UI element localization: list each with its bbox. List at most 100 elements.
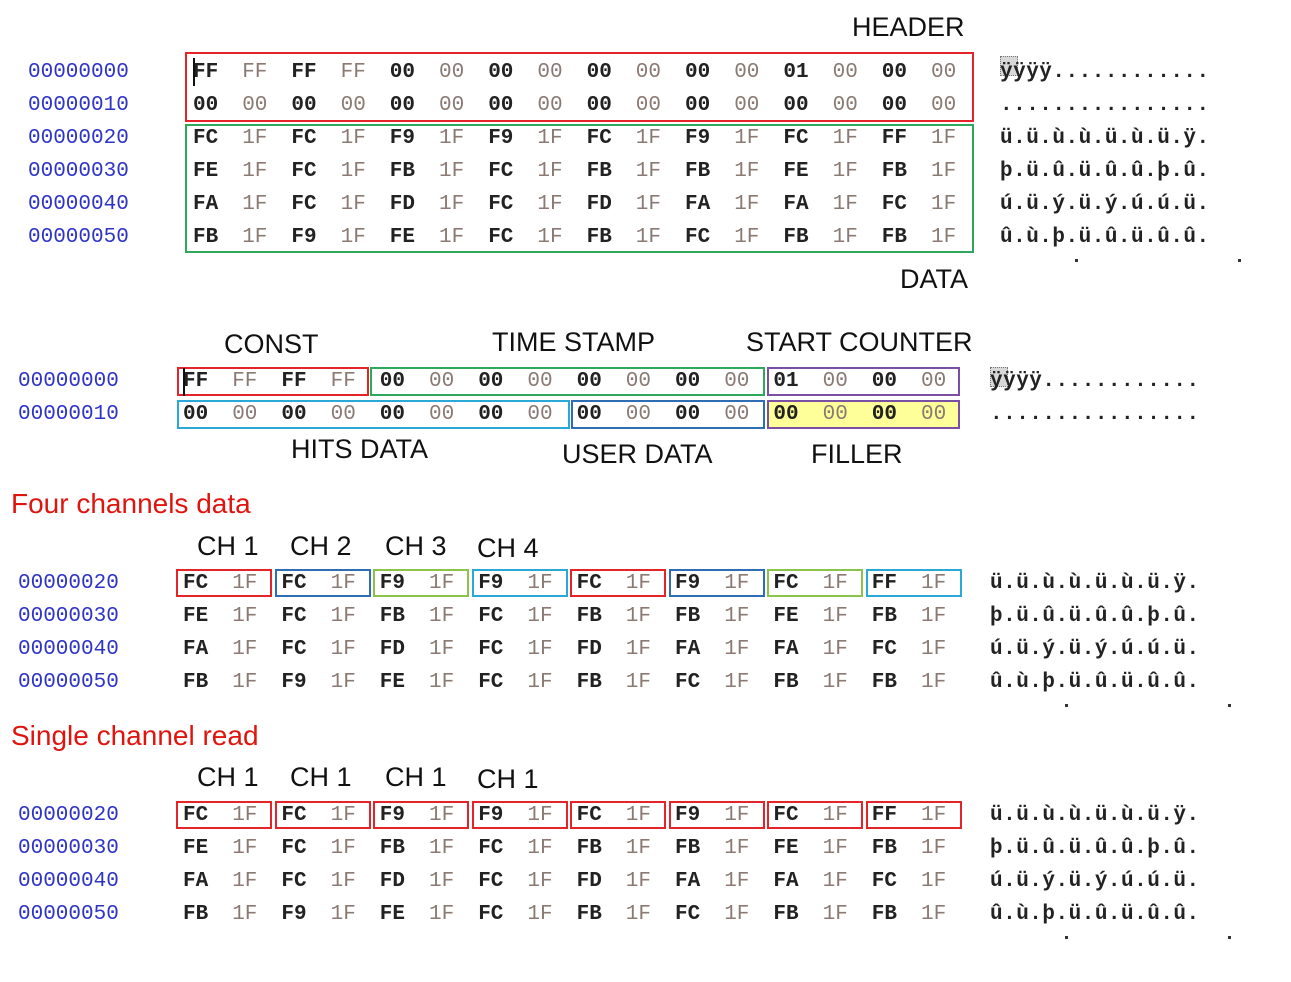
hex-byte: F9 [675, 804, 701, 827]
hex-byte: 00 [389, 61, 416, 84]
hex-byte: 00 [340, 94, 366, 117]
ascii-column: ú.ü.ý.ü.ý.ú.ú.ü. [990, 638, 1200, 661]
hex-byte: 1F [724, 804, 750, 827]
hex-byte: 1F [429, 870, 455, 893]
hex-byte: 00 [429, 370, 455, 393]
hex-byte: FB [675, 605, 701, 628]
hex-byte: FF [232, 370, 258, 393]
hex-byte: 00 [832, 94, 858, 117]
label-ch-1: CH 1 [197, 531, 259, 561]
hex-byte: 1F [931, 226, 957, 249]
hex-byte: 00 [576, 403, 602, 426]
ascii-column: ü.ü.ù.ù.ü.ù.ü.ÿ. [990, 572, 1200, 595]
hex-byte: FF [193, 61, 219, 84]
ascii-column: û.ù.þ.ü.û.ü.û.û. [990, 671, 1200, 694]
hex-byte: FA [193, 193, 219, 216]
hex-byte: FC [281, 605, 307, 628]
hex-byte: FC [281, 804, 307, 827]
hex-byte: FB [871, 605, 898, 628]
hex-byte: FE [773, 837, 799, 860]
hex-byte: FE [193, 160, 219, 183]
hex-byte: FA [675, 870, 701, 893]
hex-byte: FE [183, 605, 209, 628]
hex-byte: FC [183, 804, 209, 827]
row-address: 00000050 [28, 226, 129, 249]
label-time-stamp: TIME STAMP [492, 327, 656, 357]
hex-byte: FC [478, 638, 504, 661]
hex-byte: 00 [330, 403, 356, 426]
hex-byte: F9 [478, 804, 504, 827]
hex-byte: FB [379, 605, 406, 628]
hex-byte: FB [193, 226, 219, 249]
hex-byte: 00 [527, 370, 553, 393]
hex-byte: FB [871, 903, 898, 926]
hex-byte: 1F [921, 605, 947, 628]
hex-byte: FA [783, 193, 809, 216]
row-address: 00000010 [28, 94, 129, 117]
hex-byte: FB [881, 160, 908, 183]
row-address: 00000040 [18, 870, 119, 893]
hex-byte: 1F [625, 671, 652, 694]
hex-byte: FD [379, 638, 406, 661]
hex-byte: 00 [183, 403, 209, 426]
hex-byte: FC [881, 193, 908, 216]
hex-byte: F9 [488, 127, 514, 150]
hex-byte: 1F [232, 638, 258, 661]
hex-byte: FB [379, 837, 406, 860]
hex-byte: 1F [931, 127, 957, 150]
hex-byte: 1F [429, 638, 455, 661]
ascii-column: þ.ü.û.ü.û.û.þ.û. [990, 605, 1200, 628]
hex-byte: 1F [822, 671, 848, 694]
hex-byte: FB [183, 671, 209, 694]
label-filler: FILLER [811, 439, 903, 469]
row-address: 00000020 [28, 127, 129, 150]
hex-byte: FF [871, 804, 898, 827]
hex-byte: 1F [232, 837, 258, 860]
hex-byte: FC [685, 226, 711, 249]
hex-byte: 1F [429, 804, 455, 827]
label-ch-2: CH 2 [290, 531, 352, 561]
hex-byte: FC [488, 160, 514, 183]
hex-byte: 00 [931, 94, 957, 117]
row-address: 00000010 [18, 403, 119, 426]
hex-byte: 00 [488, 61, 514, 84]
hex-byte: 1F [429, 671, 455, 694]
hex-byte: FC [291, 127, 317, 150]
hex-byte: 00 [773, 403, 799, 426]
trailing-dot [1075, 259, 1078, 262]
hex-byte: FB [773, 903, 799, 926]
row-address: 00000030 [18, 837, 119, 860]
hex-byte: F9 [379, 804, 406, 827]
hex-byte: FC [488, 193, 514, 216]
hex-byte: 1F [232, 671, 258, 694]
hex-byte: 1F [832, 160, 858, 183]
hex-byte: 1F [527, 572, 553, 595]
hex-byte: 00 [586, 94, 612, 117]
label-single-ch-1d: CH 1 [477, 764, 539, 794]
hex-byte: 1F [635, 127, 662, 150]
hex-byte: FC [675, 671, 701, 694]
hex-byte: 1F [242, 160, 268, 183]
hex-byte: 1F [822, 638, 848, 661]
hex-byte: 00 [675, 370, 701, 393]
hex-byte: FB [586, 226, 612, 249]
hex-byte: F9 [379, 572, 406, 595]
hex-byte: 1F [635, 193, 662, 216]
hex-byte: 1F [527, 870, 553, 893]
hex-byte: 1F [921, 671, 947, 694]
hex-byte: FB [576, 605, 602, 628]
hex-byte: 1F [537, 193, 563, 216]
hex-byte: 1F [429, 903, 455, 926]
hex-byte: 00 [429, 403, 455, 426]
hex-byte: 1F [822, 837, 848, 860]
hex-byte: 1F [340, 226, 366, 249]
hex-byte: FD [576, 870, 602, 893]
label-hits-data: HITS DATA [291, 434, 429, 464]
hex-byte: FB [183, 903, 209, 926]
hex-byte: 1F [330, 870, 356, 893]
hex-byte: FB [389, 160, 416, 183]
hex-byte: 1F [625, 870, 652, 893]
label-single-ch-1b: CH 1 [290, 762, 352, 792]
hex-byte: 1F [822, 572, 848, 595]
hex-byte: 1F [635, 160, 662, 183]
